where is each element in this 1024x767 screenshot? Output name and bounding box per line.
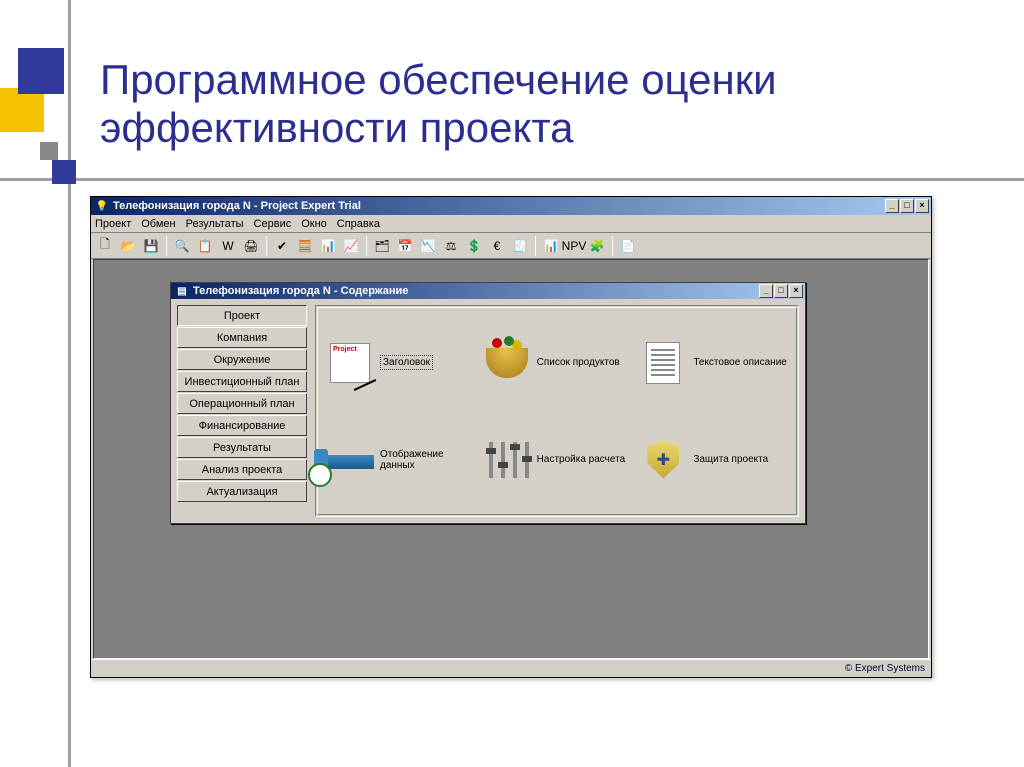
slide-accent-blue-small	[52, 160, 76, 184]
tb-page-icon[interactable]: 📄	[618, 236, 638, 256]
menubar: Проект Обмен Результаты Сервис Окно Спра…	[91, 215, 931, 233]
tb-save-icon[interactable]: 💾	[141, 236, 161, 256]
status-copyright: © Expert Systems	[845, 663, 925, 674]
basket-icon	[483, 341, 531, 385]
tb-copy-icon[interactable]: 📋	[195, 236, 215, 256]
tb-chart1-icon[interactable]: 📊	[318, 236, 338, 256]
tb-new-icon[interactable]: 🗋	[95, 236, 115, 256]
tb-euro-icon[interactable]: €	[487, 236, 507, 256]
tile-calc-label: Настройка расчета	[537, 454, 626, 465]
child-titlebar: ▤ Телефонизация города N - Содержание _ …	[171, 283, 805, 299]
tile-products-label: Список продуктов	[537, 357, 620, 368]
app-icon: 💡	[95, 199, 109, 213]
menu-service[interactable]: Сервис	[254, 218, 292, 230]
tile-title[interactable]: Заголовок	[326, 316, 475, 409]
tb-word-icon[interactable]: W	[218, 236, 238, 256]
tile-title-label: Заголовок	[380, 355, 433, 370]
tab-financing[interactable]: Финансирование	[177, 415, 307, 436]
document-icon	[639, 341, 687, 385]
tb-chart2-icon[interactable]: 📈	[341, 236, 361, 256]
tb-balance-icon[interactable]: ⚖	[441, 236, 461, 256]
maximize-button[interactable]: □	[900, 199, 914, 213]
tile-data-display[interactable]: Отображение данных	[326, 413, 475, 506]
tile-calc-settings[interactable]: Настройка расчета	[483, 413, 632, 506]
tb-report-icon[interactable]: 🧾	[510, 236, 530, 256]
menu-results[interactable]: Результаты	[186, 218, 244, 230]
tb-tabs-icon[interactable]: 🗂	[372, 236, 392, 256]
child-minimize-button[interactable]: _	[759, 284, 773, 298]
tab-company[interactable]: Компания	[177, 327, 307, 348]
tile-text-description[interactable]: Текстовое описание	[639, 316, 788, 409]
tb-separator	[166, 236, 167, 256]
project-title-icon	[326, 341, 374, 385]
slide-title: Программное обеспечение оценки эффективн…	[100, 56, 984, 153]
tb-separator	[266, 236, 267, 256]
contents-window: ▤ Телефонизация города N - Содержание _ …	[170, 282, 806, 524]
content-panel: Заголовок Список продуктов Текстовое опи…	[315, 305, 799, 517]
tab-actualization[interactable]: Актуализация	[177, 481, 307, 502]
tab-analysis[interactable]: Анализ проекта	[177, 459, 307, 480]
slide-accent-blue-large	[18, 48, 64, 94]
section-tabs: Проект Компания Окружение Инвестиционный…	[177, 305, 307, 517]
tb-calc-icon[interactable]: 🧮	[295, 236, 315, 256]
tb-separator	[612, 236, 613, 256]
tab-operations-plan[interactable]: Операционный план	[177, 393, 307, 414]
minimize-button[interactable]: _	[885, 199, 899, 213]
slide-accent-yellow	[0, 88, 44, 132]
tab-results[interactable]: Результаты	[177, 437, 307, 458]
menu-window[interactable]: Окно	[301, 218, 327, 230]
tile-products[interactable]: Список продуктов	[483, 316, 632, 409]
tb-print-icon[interactable]: 🖨	[241, 236, 261, 256]
tile-display-label: Отображение данных	[380, 449, 475, 471]
child-title: Телефонизация города N - Содержание	[193, 285, 759, 297]
close-button[interactable]: ×	[915, 199, 929, 213]
tile-protect-label: Защита проекта	[693, 454, 768, 465]
child-body: Проект Компания Окружение Инвестиционный…	[171, 299, 805, 523]
tb-trend-icon[interactable]: 📉	[418, 236, 438, 256]
tb-calendar-icon[interactable]: 📅	[395, 236, 415, 256]
child-maximize-button[interactable]: □	[774, 284, 788, 298]
tab-environment[interactable]: Окружение	[177, 349, 307, 370]
tile-text-label: Текстовое описание	[693, 357, 787, 368]
slide-divider-vertical	[68, 0, 71, 767]
tb-open-icon[interactable]: 📂	[118, 236, 138, 256]
mdi-workspace: ▤ Телефонизация города N - Содержание _ …	[93, 259, 929, 659]
caliper-icon	[326, 438, 374, 482]
tb-dollar-icon[interactable]: 💲	[464, 236, 484, 256]
slide-divider-horizontal	[0, 178, 1024, 181]
tb-puzzle-icon[interactable]: 🧩	[587, 236, 607, 256]
tb-npv-icon[interactable]: NPV	[564, 236, 584, 256]
menu-project[interactable]: Проект	[95, 218, 131, 230]
tab-project[interactable]: Проект	[177, 305, 307, 326]
tb-preview-icon[interactable]: 🔍	[172, 236, 192, 256]
app-titlebar: 💡 Телефонизация города N - Project Exper…	[91, 197, 931, 215]
app-title: Телефонизация города N - Project Expert …	[113, 200, 885, 212]
tab-investment-plan[interactable]: Инвестиционный план	[177, 371, 307, 392]
shield-icon	[639, 438, 687, 482]
statusbar: © Expert Systems	[91, 659, 931, 677]
toolbar: 🗋 📂 💾 🔍 📋 W 🖨 ✔ 🧮 📊 📈 🗂 📅 📉 ⚖ 💲 € 🧾 📊 NP…	[91, 233, 931, 259]
tile-protection[interactable]: Защита проекта	[639, 413, 788, 506]
menu-exchange[interactable]: Обмен	[141, 218, 175, 230]
child-window-icon: ▤	[175, 284, 189, 298]
tb-check-icon[interactable]: ✔	[272, 236, 292, 256]
child-close-button[interactable]: ×	[789, 284, 803, 298]
tb-bar-icon[interactable]: 📊	[541, 236, 561, 256]
menu-help[interactable]: Справка	[337, 218, 380, 230]
tb-separator	[535, 236, 536, 256]
slide-accent-grey	[40, 142, 58, 160]
sliders-icon	[483, 438, 531, 482]
tb-separator	[366, 236, 367, 256]
app-window: 💡 Телефонизация города N - Project Exper…	[90, 196, 932, 678]
